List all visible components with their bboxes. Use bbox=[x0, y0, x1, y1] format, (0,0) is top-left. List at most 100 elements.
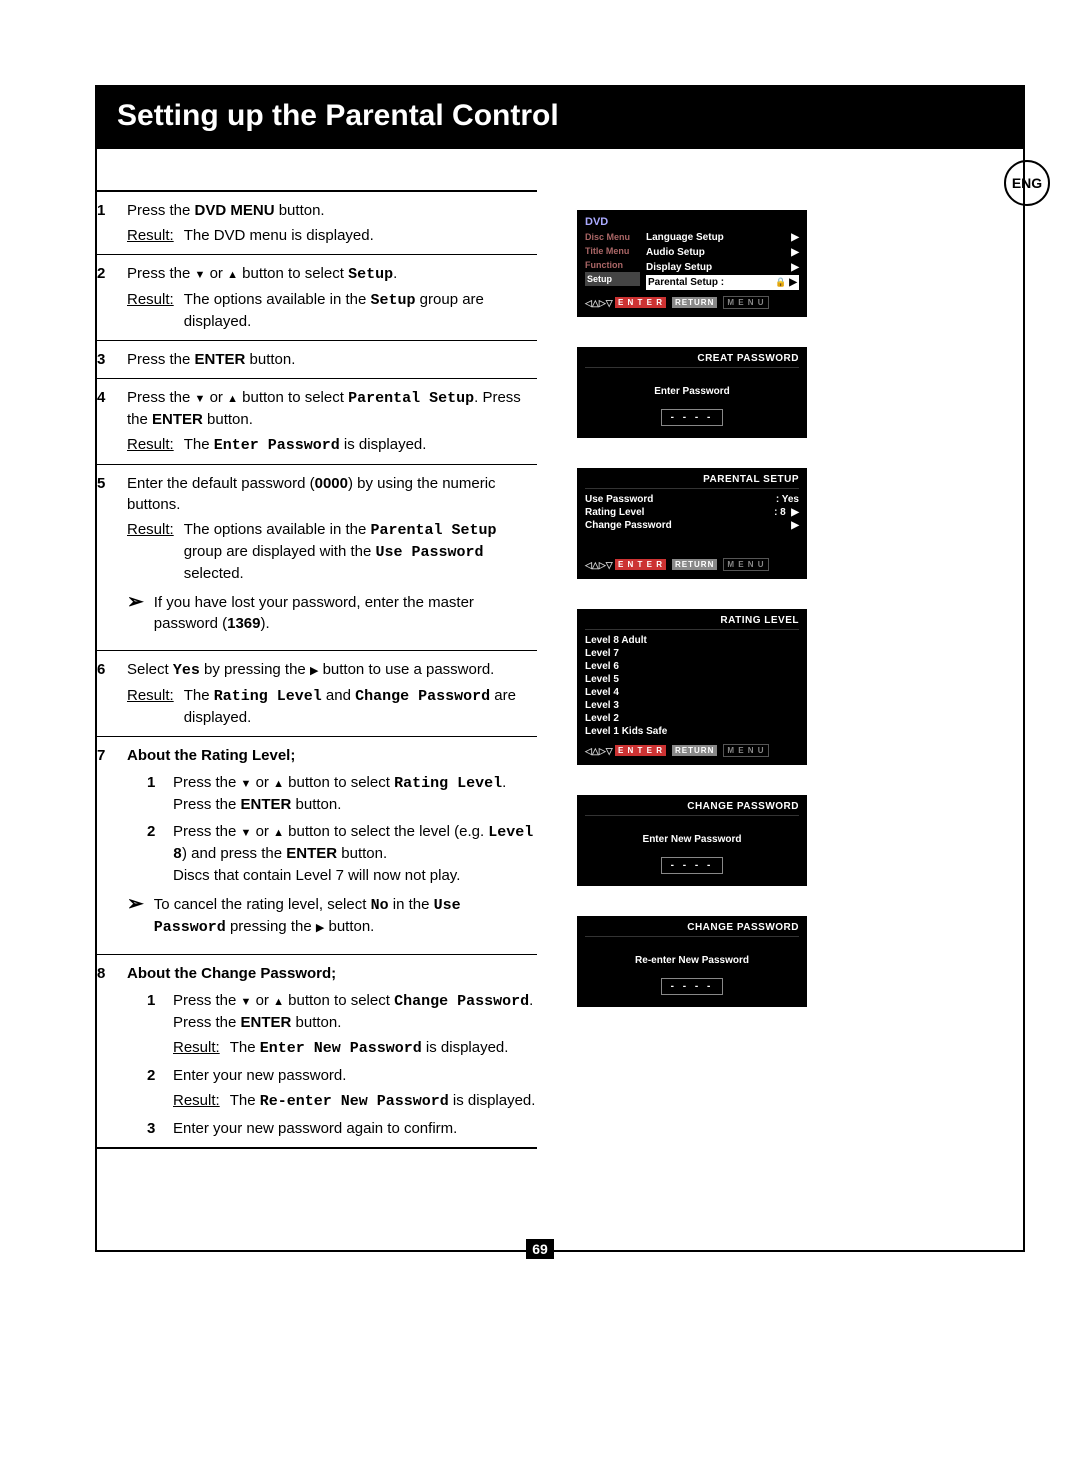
text: Enter the default password ( bbox=[127, 475, 315, 492]
text: button. bbox=[275, 202, 325, 219]
substep: 1 Press the or button to select Change P… bbox=[127, 990, 537, 1059]
substep-number: 2 bbox=[147, 821, 161, 886]
osd-list: Use Password: Yes Rating Level: 8 ▶ Chan… bbox=[585, 493, 799, 532]
text: button. bbox=[203, 411, 253, 428]
step-number: 3 bbox=[97, 349, 115, 370]
step-body: Enter the default password (0000) by usi… bbox=[127, 473, 537, 642]
text: Press the bbox=[127, 265, 195, 282]
substep: 3 Enter your new password again to confi… bbox=[127, 1118, 537, 1139]
side-item: Disc Menu bbox=[585, 230, 640, 244]
step-4: 4 Press the or button to select Parental… bbox=[97, 378, 537, 464]
instructions-column: 1 Press the DVD MENU button. Result: The… bbox=[97, 190, 537, 1149]
list-item: Rating Level: 8 ▶ bbox=[585, 506, 799, 519]
up-arrow-icon bbox=[273, 992, 284, 1009]
list-item: Change Password▶ bbox=[585, 519, 799, 532]
result-row: Result: The Enter New Password is displa… bbox=[173, 1037, 537, 1059]
step-number: 7 bbox=[97, 745, 115, 946]
side-item: Title Menu bbox=[585, 244, 640, 258]
right-arrow-icon: ▶ bbox=[791, 230, 799, 245]
result-label: Result: bbox=[127, 434, 174, 456]
substep-body: Press the or button to select Change Pas… bbox=[173, 990, 537, 1059]
text: Select bbox=[127, 661, 173, 678]
result-row: Result: The Re-enter New Password is dis… bbox=[173, 1090, 537, 1112]
text: . bbox=[393, 265, 397, 282]
osd-footer: ◁△▷▽ E N T E R RETURN M E N U bbox=[585, 744, 799, 757]
osd-header: CHANGE PASSWORD bbox=[585, 801, 799, 816]
osd-header: DVD bbox=[585, 216, 799, 230]
substep-number: 3 bbox=[147, 1118, 161, 1139]
result-label: Result: bbox=[127, 289, 174, 332]
list-item: Level 7 bbox=[585, 647, 799, 660]
result-text: The Enter New Password is displayed. bbox=[230, 1037, 537, 1059]
note-icon: ➢ bbox=[127, 592, 144, 612]
dpad-icon: ◁△▷▽ bbox=[585, 747, 609, 755]
menu-item: Display Setup▶ bbox=[646, 260, 799, 275]
step-5: 5 Enter the default password (0000) by u… bbox=[97, 464, 537, 650]
up-arrow-icon bbox=[227, 389, 238, 406]
note-text: To cancel the rating level, select No in… bbox=[154, 894, 537, 938]
content: 1 Press the DVD MENU button. Result: The… bbox=[97, 190, 1023, 1149]
osd-label: Re-enter New Password bbox=[585, 941, 799, 972]
substep-number: 1 bbox=[147, 772, 161, 815]
text-mono: Yes bbox=[173, 662, 200, 679]
osd-header: PARENTAL SETUP bbox=[585, 474, 799, 489]
result-text: The options available in the Parental Se… bbox=[184, 519, 537, 584]
enter-button-label: E N T E R bbox=[615, 297, 666, 308]
dpad-icon: ◁△▷▽ bbox=[585, 299, 609, 307]
side-item: Setup bbox=[585, 272, 640, 286]
substep: 1 Press the or button to select Rating L… bbox=[127, 772, 537, 815]
list-item: Level 8 Adult bbox=[585, 634, 799, 647]
result-label: Result: bbox=[127, 519, 174, 584]
step-body: Select Yes by pressing the button to use… bbox=[127, 659, 537, 728]
text-bold: 0000 bbox=[315, 475, 348, 492]
step-number: 4 bbox=[97, 387, 115, 456]
substep-number: 2 bbox=[147, 1065, 161, 1112]
osd-footer: ◁△▷▽ E N T E R RETURN M E N U bbox=[585, 558, 799, 571]
text-bold: ENTER bbox=[195, 351, 246, 368]
step-8: 8 About the Change Password; 1 Press the… bbox=[97, 954, 537, 1149]
password-field: - - - - bbox=[661, 978, 723, 995]
osd-change-password-reenter: CHANGE PASSWORD Re-enter New Password - … bbox=[577, 916, 807, 1007]
step-7: 7 About the Rating Level; 1 Press the or… bbox=[97, 736, 537, 954]
result-label: Result: bbox=[173, 1037, 220, 1059]
text: or bbox=[205, 265, 227, 282]
substep-body: Enter your new password. Result: The Re-… bbox=[173, 1065, 537, 1112]
text: button to use a password. bbox=[318, 661, 494, 678]
down-arrow-icon bbox=[241, 823, 252, 840]
right-arrow-icon: ▶ bbox=[791, 519, 799, 532]
step-number: 1 bbox=[97, 200, 115, 246]
up-arrow-icon bbox=[273, 823, 284, 840]
menu-button-label: M E N U bbox=[723, 558, 768, 571]
text-mono: Setup bbox=[348, 266, 393, 283]
menu-item: Language Setup▶ bbox=[646, 230, 799, 245]
password-field: - - - - bbox=[661, 409, 723, 426]
note-row: ➢ If you have lost your password, enter … bbox=[127, 592, 537, 634]
osd-dvd-menu: DVD Disc Menu Title Menu Function Setup … bbox=[577, 210, 807, 317]
step-body: About the Change Password; 1 Press the o… bbox=[127, 963, 537, 1139]
down-arrow-icon bbox=[241, 992, 252, 1009]
osd-side-labels: Disc Menu Title Menu Function Setup bbox=[585, 230, 640, 290]
step-body: Press the or button to select Parental S… bbox=[127, 387, 537, 456]
osd-menu-items: Language Setup▶ Audio Setup▶ Display Set… bbox=[646, 230, 799, 290]
up-arrow-icon bbox=[273, 774, 284, 791]
down-arrow-icon bbox=[195, 265, 206, 282]
text-mono: Parental Setup bbox=[348, 390, 474, 407]
result-label: Result: bbox=[127, 685, 174, 728]
page-number: 69 bbox=[0, 1241, 1080, 1257]
osd-list: Level 8 Adult Level 7 Level 6 Level 5 Le… bbox=[585, 634, 799, 738]
list-item: Level 1 Kids Safe bbox=[585, 725, 799, 738]
substep-body: Press the or button to select Rating Lev… bbox=[173, 772, 537, 815]
enter-button-label: E N T E R bbox=[615, 559, 666, 570]
result-text: The options available in the Setup group… bbox=[184, 289, 537, 332]
list-item: Level 6 bbox=[585, 660, 799, 673]
note-icon: ➢ bbox=[127, 894, 144, 914]
enter-button-label: E N T E R bbox=[615, 745, 666, 756]
text: Press the bbox=[127, 202, 195, 219]
osd-label: Enter New Password bbox=[585, 820, 799, 851]
down-arrow-icon bbox=[241, 774, 252, 791]
osd-change-password-enter: CHANGE PASSWORD Enter New Password - - -… bbox=[577, 795, 807, 886]
substep-body: Enter your new password again to confirm… bbox=[173, 1118, 537, 1139]
subsection-title: About the Rating Level; bbox=[127, 745, 537, 766]
note-row: ➢ To cancel the rating level, select No … bbox=[127, 894, 537, 938]
list-item: Level 2 bbox=[585, 712, 799, 725]
